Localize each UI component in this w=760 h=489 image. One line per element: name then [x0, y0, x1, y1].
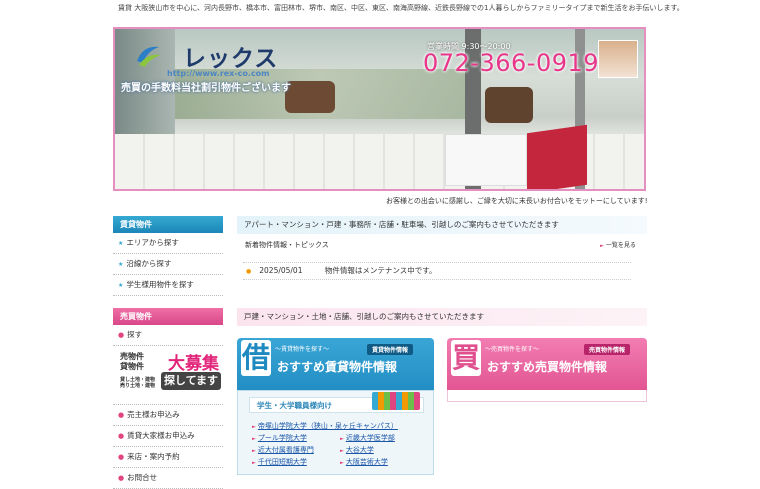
rent-recommend-card[interactable]: 借 ～賃貸物件を探す～ 賃貸物件情報 おすすめ賃貸物件情報 [237, 338, 434, 398]
card-kanji: 借 [241, 340, 271, 376]
triangle-right-icon: ► [252, 436, 256, 442]
triangle-right-icon: ► [340, 448, 344, 454]
link-row: ► プール学院大学 ► 近畿大学医学部 [252, 432, 427, 444]
card-small-label: ～売買物件を探す～ [485, 346, 540, 353]
logo[interactable]: レックス [183, 39, 278, 73]
header-banner: レックス http://www.rex-co.com 売買の手数料当社割引物件ご… [113, 27, 646, 191]
sale-info-bar: 戸建・マンション・土地・店舗、引越しのご案内もさせていただきます [237, 308, 647, 326]
link-row: ► 近大付属看護専門 ► 大谷大学 [252, 444, 427, 456]
news-title: 新着物件情報・トピックス [245, 241, 329, 249]
link-row: ► 帝塚山学院大学（狭山・泉ヶ丘キャンパス） [252, 420, 427, 432]
sidebar-sale: 売買物件 ● 探す 売物件 貸物件 貸し土地・建物 売り土地・建物 大募集 探してます… [113, 308, 223, 489]
card-kanji: 買 [451, 340, 481, 376]
header-photo-planter [485, 87, 533, 123]
triangle-right-icon: ► [252, 424, 256, 430]
sale-card-body [447, 390, 647, 402]
university-link[interactable]: 近畿大学医学部 [346, 434, 395, 442]
university-link[interactable]: プール学院大学 [258, 434, 307, 442]
banner-text: 売物件 貸物件 [120, 352, 144, 371]
star-icon: ★ [118, 282, 124, 289]
banner-subtext: 貸し土地・建物 売り土地・建物 [120, 377, 156, 389]
bullet-icon: ● [246, 268, 252, 275]
triangle-right-icon: ► [340, 436, 344, 442]
tagline: 売買の手数料当社割引物件ございます [121, 83, 291, 94]
sidebar-sale-head: 売買物件 [113, 308, 223, 325]
header-photo-chair [527, 124, 587, 189]
bullet-icon: ● [118, 474, 125, 482]
sidebar-rent-head: 賃貸物件 [113, 216, 223, 233]
sidebar-item-area[interactable]: ★ エリアから探す [113, 233, 223, 254]
recruit-banner[interactable]: 売物件 貸物件 貸し土地・建物 売り土地・建物 大募集 探してます [113, 346, 223, 405]
star-icon: ★ [118, 240, 124, 247]
university-link[interactable]: 大谷大学 [346, 446, 374, 454]
card-title: おすすめ賃貸物件情報 [277, 360, 398, 374]
university-link[interactable]: 大阪芸術大学 [346, 458, 388, 466]
university-links: ► 帝塚山学院大学（狭山・泉ヶ丘キャンパス） ► プール学院大学 ► 近畿大学医学部 … [252, 420, 427, 468]
sidebar-item-seller-apply[interactable]: ● 売主様お申込み [113, 405, 223, 426]
card-small-label: ～賃貸物件を探す～ [275, 346, 330, 353]
sidebar-item-landlord-apply[interactable]: ● 賃貸大家様お申込み [113, 426, 223, 447]
star-icon: ★ [118, 261, 124, 268]
triangle-right-icon: ► [252, 448, 256, 454]
news-date: 2025/05/01 [259, 266, 303, 275]
bullet-icon: ● [118, 453, 125, 461]
card-tag: 賃貸物件情報 [367, 344, 414, 355]
phone-number[interactable]: 072-366-0919 [423, 49, 599, 77]
sidebar-item-student[interactable]: ★ 学生様用物件を探す [113, 275, 223, 296]
news-more-link[interactable]: ► 一覧を見る [600, 240, 636, 249]
top-description: 賃貸 大阪狭山市を中心に、河内長野市、橋本市、富田林市、堺市、南区、中区、東区、… [118, 4, 684, 12]
bullet-icon: ● [118, 432, 125, 440]
triangle-right-icon: ► [252, 460, 256, 466]
sale-recommend-card[interactable]: 買 ～売買物件を探す～ 売買物件情報 おすすめ売買物件情報 [447, 338, 647, 398]
bullet-icon: ● [118, 331, 125, 339]
banner-headline: 大募集 [168, 354, 219, 374]
university-link[interactable]: 近大付属看護専門 [258, 446, 314, 454]
card-tag: 売買物件情報 [584, 344, 631, 355]
logo-swoosh-icon [137, 46, 161, 67]
banner-subheadline: 探してます [161, 372, 221, 390]
sidebar-rent: 賃貸物件 ★ エリアから探す ★ 沿線から探す ★ 学生様用物件を探す [113, 216, 223, 296]
university-link[interactable]: 帝塚山学院大学（狭山・泉ヶ丘キャンパス） [258, 422, 398, 430]
sidebar-item-visit-reservation[interactable]: ● 来店・案内予約 [113, 447, 223, 468]
card-title: おすすめ売買物件情報 [487, 360, 608, 374]
header-photo-planter [285, 81, 335, 113]
triangle-right-icon: ► [600, 243, 604, 249]
university-link[interactable]: 千代田短期大学 [258, 458, 307, 466]
bullet-icon: ● [118, 411, 125, 419]
news-text: 物件情報はメンテナンス中です。 [324, 266, 437, 275]
motto-text: お客様との出会いに感謝し、ご縁を大切に末長いお付合いをモットーにしています! [386, 197, 648, 205]
link-row: ► 千代田短期大学 ► 大阪芸術大学 [252, 456, 427, 468]
news-row[interactable]: ● 2025/05/01 物件情報はメンテナンス中です。 [243, 262, 631, 280]
logo-url: http://www.rex-co.com [167, 69, 270, 78]
books-icon [372, 392, 420, 410]
rent-info-bar: アパート・マンション・戸建・事務所・店舗・駐車場、引越しのご案内もさせていただき… [237, 216, 647, 234]
sidebar-item-search[interactable]: ● 探す [113, 325, 223, 346]
sidebar-item-line[interactable]: ★ 沿線から探す [113, 254, 223, 275]
staff-photo-avatar [598, 40, 638, 78]
header-photo-table [445, 134, 527, 186]
sidebar-item-contact[interactable]: ● お問合せ [113, 468, 223, 489]
triangle-right-icon: ► [340, 460, 344, 466]
